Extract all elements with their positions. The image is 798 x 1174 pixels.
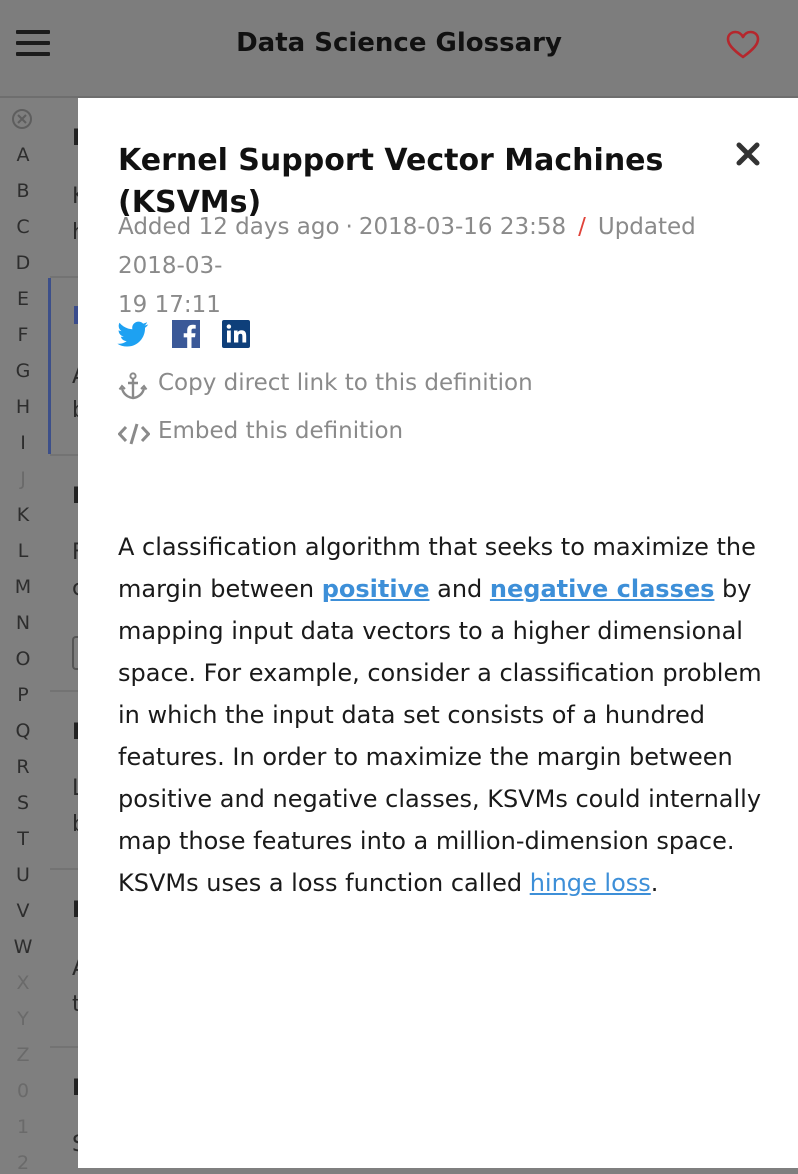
code-icon <box>118 423 150 445</box>
alphabet-index: ABCDEFGHIJKLMNOPQRSTUVWXYZ 0 1 2 <box>0 98 46 1174</box>
alphabet-letter-t[interactable]: T <box>0 828 46 850</box>
definition-part: and <box>429 575 490 603</box>
linkedin-share-icon[interactable] <box>220 318 254 350</box>
embed-label: Embed this definition <box>158 418 404 444</box>
alphabet-letter-i[interactable]: I <box>0 432 46 454</box>
alphabet-letter-c[interactable]: C <box>0 216 46 238</box>
term-meta: Added 12 days ago · 2018-03-16 23:58/Updat… <box>118 208 768 325</box>
close-icon[interactable] <box>734 140 762 168</box>
alphabet-letter-d[interactable]: D <box>0 252 46 274</box>
alphabet-letter-k[interactable]: K <box>0 504 46 526</box>
added-relative: Added 12 days ago <box>118 214 340 240</box>
alphabet-letter-v[interactable]: V <box>0 900 46 922</box>
copy-link-button[interactable]: Copy direct link to this definition <box>118 370 618 402</box>
alphabet-letter-x: X <box>16 972 30 994</box>
alphabet-letter-e[interactable]: E <box>0 288 46 310</box>
definition-part: by mapping input data vectors to a highe… <box>118 575 762 897</box>
list-divider <box>50 690 80 692</box>
definition-part: . <box>650 869 659 897</box>
alphabet-letter-m[interactable]: M <box>0 576 46 598</box>
alphabet-letter-y: Y <box>17 1008 29 1030</box>
meta-separator-slash: / <box>578 214 586 240</box>
list-divider <box>50 868 80 870</box>
alphabet-letter-g[interactable]: G <box>0 360 46 382</box>
alphabet-letter-b[interactable]: B <box>0 180 46 202</box>
heart-favorite-icon[interactable] <box>726 30 760 60</box>
alphabet-letter-1: 1 <box>16 1116 30 1138</box>
meta-separator-dot: · <box>345 214 353 240</box>
anchor-icon <box>118 372 148 400</box>
alphabet-letter-a[interactable]: A <box>0 144 46 166</box>
updated-date-rest: 19 17:11 <box>118 292 221 318</box>
alphabet-letter-j: J <box>20 468 26 490</box>
twitter-share-icon[interactable] <box>116 318 150 350</box>
alphabet-letter-f[interactable]: F <box>0 324 46 346</box>
alphabet-letter-0: 0 <box>16 1080 30 1102</box>
active-term-indicator <box>48 278 51 454</box>
alphabet-letter-w[interactable]: W <box>0 936 46 958</box>
link-positive[interactable]: positive <box>322 575 430 603</box>
list-divider <box>50 1046 80 1048</box>
definition-text: A classification algorithm that seeks to… <box>118 526 766 904</box>
copy-link-label: Copy direct link to this definition <box>158 370 533 396</box>
link-hinge-loss[interactable]: hinge loss <box>530 869 651 897</box>
alphabet-letter-z: Z <box>16 1044 30 1066</box>
app-title: Data Science Glossary <box>236 28 562 58</box>
alphabet-letter-s[interactable]: S <box>0 792 46 814</box>
alphabet-letter-h[interactable]: H <box>0 396 46 418</box>
alphabet-letter-o[interactable]: O <box>0 648 46 670</box>
list-divider <box>50 276 80 278</box>
alphabet-letter-l[interactable]: L <box>0 540 46 562</box>
alphabet-letter-r[interactable]: R <box>0 756 46 778</box>
alphabet-letter-q[interactable]: Q <box>0 720 46 742</box>
clear-filter-icon[interactable] <box>11 108 33 130</box>
list-divider <box>50 454 80 456</box>
facebook-share-icon[interactable] <box>170 318 204 350</box>
alphabet-letter-n[interactable]: N <box>0 612 46 634</box>
embed-definition-button[interactable]: Embed this definition <box>118 418 618 450</box>
app-header: Data Science Glossary <box>0 0 798 98</box>
alphabet-letter-u[interactable]: U <box>0 864 46 886</box>
link-negative-classes[interactable]: negative classes <box>490 575 715 603</box>
added-date: 2018-03-16 23:58 <box>358 214 567 240</box>
alphabet-letter-p[interactable]: P <box>0 684 46 706</box>
alphabet-letter-2: 2 <box>16 1152 30 1174</box>
